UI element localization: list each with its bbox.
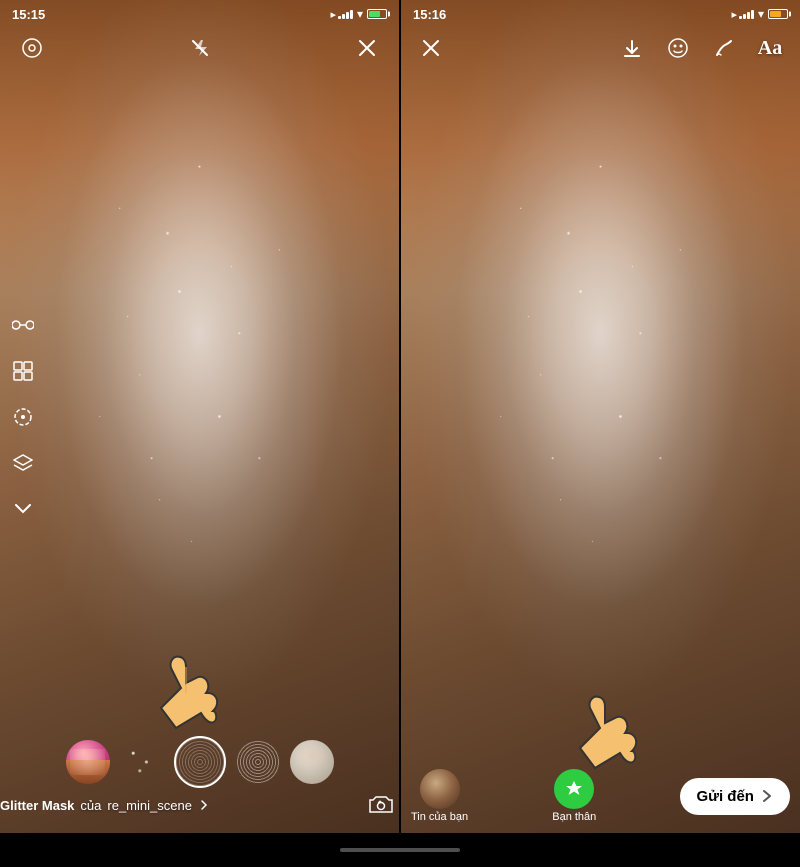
send-arrow-icon bbox=[760, 789, 774, 803]
best-friends-option[interactable]: Bạn thân bbox=[552, 769, 596, 823]
signal-bars-1 bbox=[338, 9, 353, 19]
filter-blue-glitter[interactable] bbox=[174, 736, 226, 788]
filter-avatar-1[interactable] bbox=[66, 740, 110, 784]
close-icon-2[interactable] bbox=[415, 32, 447, 64]
side-controls-1 bbox=[8, 310, 38, 524]
battery-icon-1 bbox=[367, 9, 387, 19]
camera-background-2 bbox=[401, 0, 800, 833]
filter-glitter-1[interactable] bbox=[120, 740, 164, 784]
layers-icon[interactable] bbox=[8, 448, 38, 478]
battery-fill-1 bbox=[369, 11, 380, 17]
signal-bar-3 bbox=[346, 12, 349, 19]
your-story-option[interactable]: Tin của bạn bbox=[411, 769, 468, 823]
filter-bar bbox=[0, 736, 399, 788]
best-friends-btn[interactable] bbox=[554, 769, 594, 809]
wifi-icon-2: ▾ bbox=[758, 7, 764, 21]
send-to-label: Gửi đến bbox=[696, 788, 754, 805]
send-to-button[interactable]: Gửi đến bbox=[680, 778, 790, 815]
filter-label-bar: Glitter Mask của re_mini_scene bbox=[0, 787, 399, 823]
top-controls-2: Aa bbox=[401, 32, 800, 64]
filter-plain[interactable] bbox=[290, 740, 334, 784]
your-story-avatar bbox=[420, 769, 460, 809]
signal-bar-2-1 bbox=[739, 16, 742, 19]
layout-icon[interactable] bbox=[8, 356, 38, 386]
signal-bars-2 bbox=[739, 9, 754, 19]
location-arrow-1: ▸ bbox=[330, 8, 336, 21]
your-story-label: Tin của bạn bbox=[411, 811, 468, 823]
status-icons-1: ▾ bbox=[338, 7, 387, 21]
status-icons-2: ▾ bbox=[739, 7, 788, 21]
wifi-icon-1: ▾ bbox=[357, 7, 363, 21]
status-time-2: 15:16 bbox=[413, 7, 731, 22]
download-icon[interactable] bbox=[616, 32, 648, 64]
status-time-1: 15:15 bbox=[12, 7, 330, 22]
screen-1: 15:15 ▸ ▾ bbox=[0, 0, 399, 833]
signal-bar-2 bbox=[342, 14, 345, 19]
battery-fill-2 bbox=[770, 11, 781, 17]
infinity-icon[interactable] bbox=[8, 310, 38, 340]
status-bar-1: 15:15 ▸ ▾ bbox=[0, 0, 399, 28]
bottom-bar bbox=[0, 833, 800, 867]
sticker-icon[interactable] bbox=[662, 32, 694, 64]
glitter-dots-2 bbox=[401, 0, 800, 833]
share-bar: Tin của bạn Bạn thân Gửi đến bbox=[401, 769, 800, 823]
filter-by-text: của bbox=[80, 798, 101, 813]
camera-background bbox=[0, 0, 399, 833]
top-right-controls: Aa bbox=[616, 32, 786, 64]
filter-author: re_mini_scene bbox=[107, 798, 192, 813]
screen-2: 15:16 ▸ ▾ bbox=[401, 0, 800, 833]
settings-icon[interactable] bbox=[16, 32, 48, 64]
battery-icon-2 bbox=[768, 9, 788, 19]
camera-flip-button[interactable] bbox=[363, 787, 399, 823]
aa-label: Aa bbox=[758, 37, 782, 60]
close-icon-1[interactable] bbox=[351, 32, 383, 64]
home-indicator bbox=[340, 848, 460, 852]
filter-silver-glitter[interactable] bbox=[236, 740, 280, 784]
flash-off-icon[interactable] bbox=[184, 32, 216, 64]
timer-icon[interactable] bbox=[8, 402, 38, 432]
signal-bar-4 bbox=[350, 10, 353, 19]
signal-bar-1 bbox=[338, 16, 341, 19]
draw-icon[interactable] bbox=[708, 32, 740, 64]
location-arrow-2: ▸ bbox=[731, 8, 737, 21]
status-bar-2: 15:16 ▸ ▾ bbox=[401, 0, 800, 28]
chevron-down-icon[interactable] bbox=[8, 494, 38, 524]
signal-bar-2-4 bbox=[751, 10, 754, 19]
filter-name: Glitter Mask bbox=[0, 798, 74, 813]
your-story-avatar-bg bbox=[420, 769, 460, 809]
signal-bar-2-3 bbox=[747, 12, 750, 19]
signal-bar-2-2 bbox=[743, 14, 746, 19]
text-icon[interactable]: Aa bbox=[754, 32, 786, 64]
best-friends-label: Bạn thân bbox=[552, 811, 596, 823]
top-controls-1 bbox=[0, 32, 399, 64]
glitter-dots bbox=[0, 0, 399, 833]
filter-chevron-icon bbox=[198, 799, 210, 811]
